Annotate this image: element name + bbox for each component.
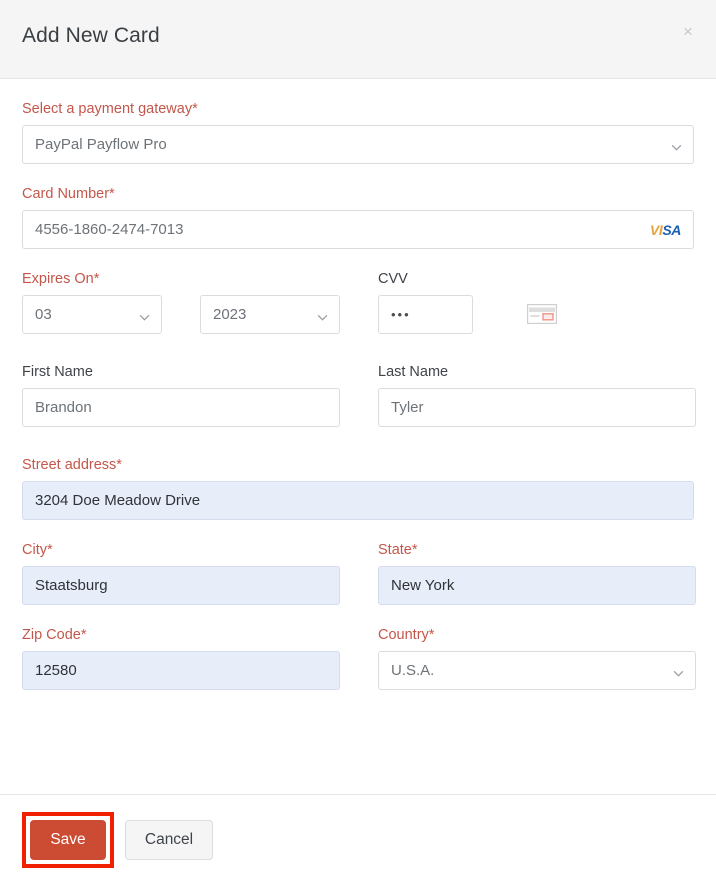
country-select[interactable]: U.S.A. [378, 651, 696, 690]
add-card-form: Select a payment gateway* PayPal Payflow… [0, 79, 716, 690]
last-name-label: Last Name [378, 364, 696, 380]
zip-country-fields-row: 12580 U.S.A. [22, 651, 694, 690]
chevron-down-icon [139, 312, 148, 321]
first-name-input[interactable]: Brandon [22, 388, 340, 427]
street-address-value: 3204 Doe Meadow Drive [35, 492, 200, 509]
page-title: Add New Card [22, 24, 160, 48]
zip-code-input[interactable]: 12580 [22, 651, 340, 690]
country-label: Country* [378, 627, 696, 643]
cancel-button[interactable]: Cancel [125, 820, 213, 860]
save-button-highlight: Save [22, 812, 114, 868]
card-number-input[interactable]: 4556-1860-2474-7013 [22, 210, 694, 249]
name-labels-row: First Name Last Name [22, 364, 694, 388]
visa-logo: VISA [650, 222, 681, 238]
gateway-label: Select a payment gateway* [22, 101, 694, 117]
expiry-month-value: 03 [35, 306, 52, 323]
card-number-value: 4556-1860-2474-7013 [35, 221, 183, 238]
street-address-input[interactable]: 3204 Doe Meadow Drive [22, 481, 694, 520]
chevron-down-icon [317, 312, 326, 321]
expiry-year-value: 2023 [213, 306, 246, 323]
zip-code-value: 12580 [35, 662, 77, 679]
zip-code-label: Zip Code* [22, 627, 340, 643]
save-button[interactable]: Save [30, 820, 106, 860]
card-number-wrapper: 4556-1860-2474-7013 VISA [22, 210, 694, 249]
city-state-labels-row: City* State* [22, 542, 694, 566]
first-name-label: First Name [22, 364, 340, 380]
state-label: State* [378, 542, 696, 558]
expires-label: Expires On* [22, 271, 340, 287]
last-name-input[interactable]: Tyler [378, 388, 696, 427]
expiry-cvv-labels: Expires On* CVV [22, 271, 694, 295]
street-address-label: Street address* [22, 457, 694, 473]
country-value: U.S.A. [391, 662, 434, 679]
city-label: City* [22, 542, 340, 558]
gateway-value: PayPal Payflow Pro [35, 136, 167, 153]
cvv-value: ••• [391, 307, 411, 322]
city-state-fields-row: Staatsburg New York [22, 566, 694, 605]
expiry-month-select[interactable]: 03 [22, 295, 162, 334]
city-input[interactable]: Staatsburg [22, 566, 340, 605]
first-name-value: Brandon [35, 399, 92, 416]
modal-header: Add New Card × [0, 0, 716, 79]
card-back-cvv-icon [527, 304, 557, 324]
last-name-value: Tyler [391, 399, 424, 416]
expiry-year-select[interactable]: 2023 [200, 295, 340, 334]
modal-footer: Save Cancel [0, 794, 716, 884]
chevron-down-icon [671, 142, 680, 151]
cvv-input[interactable]: ••• [378, 295, 473, 334]
zip-country-labels-row: Zip Code* Country* [22, 627, 694, 651]
name-fields-row: Brandon Tyler [22, 388, 694, 427]
close-icon[interactable]: × [677, 21, 699, 43]
cvv-label: CVV [378, 271, 696, 287]
state-input[interactable]: New York [378, 566, 696, 605]
expiry-cvv-row: 03 2023 ••• [22, 295, 694, 334]
visa-logo-accent: VI [650, 222, 662, 238]
state-value: New York [391, 577, 454, 594]
card-number-label: Card Number* [22, 186, 694, 202]
city-value: Staatsburg [35, 577, 108, 594]
chevron-down-icon [673, 668, 682, 677]
visa-logo-rest: SA [662, 222, 681, 238]
gateway-select[interactable]: PayPal Payflow Pro [22, 125, 694, 164]
